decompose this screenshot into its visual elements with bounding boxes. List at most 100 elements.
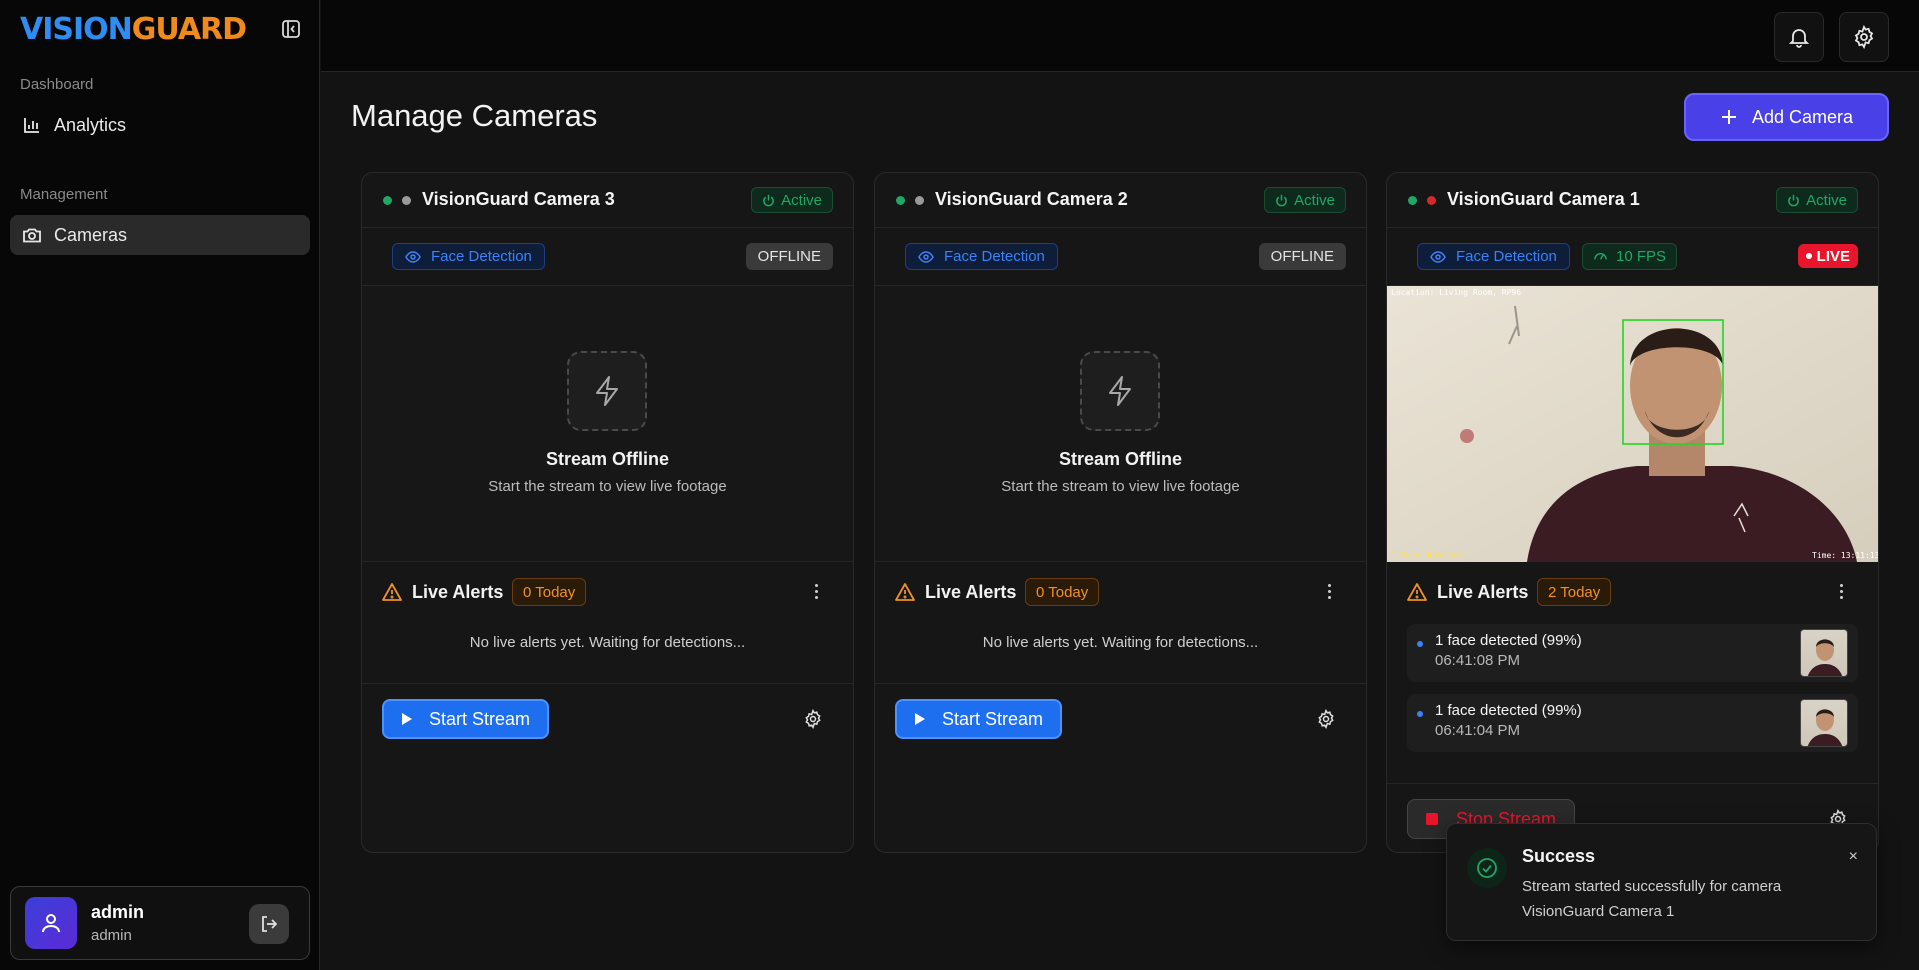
page-title: Manage Cameras bbox=[351, 98, 598, 133]
user-card[interactable]: admin admin bbox=[10, 886, 310, 960]
stream-offline-title: Stream Offline bbox=[545, 449, 670, 469]
video-overlay-top: Location: Living Room, RP96 bbox=[1391, 288, 1521, 297]
status-badge: Active bbox=[1264, 187, 1346, 213]
camera-name: VisionGuard Camera 3 bbox=[422, 189, 615, 209]
detection-badge: Face Detection bbox=[392, 243, 545, 270]
sidebar-collapse-icon[interactable] bbox=[280, 18, 302, 40]
bell-icon bbox=[1788, 29, 1810, 48]
alerts-title: Live Alerts bbox=[925, 582, 1017, 602]
user-name: admin bbox=[91, 902, 145, 922]
camera-card: VisionGuard Camera 2 Active Face Detecti… bbox=[874, 172, 1367, 853]
alert-time: 06:41:08 PM bbox=[1435, 652, 1521, 669]
status-dot bbox=[1408, 196, 1417, 205]
alerts-count-badge: 2 Today bbox=[1537, 578, 1612, 606]
status-badge: Active bbox=[751, 187, 833, 213]
stream-dot bbox=[402, 196, 411, 205]
warning-icon bbox=[895, 583, 915, 601]
sidebar-item-cameras[interactable]: Cameras bbox=[10, 215, 310, 255]
start-stream-label: Start Stream bbox=[428, 708, 531, 729]
stream-offline-subtitle: Start the stream to view live footage bbox=[1001, 478, 1240, 495]
play-icon bbox=[914, 713, 925, 725]
avatar bbox=[25, 897, 77, 949]
camera-name: VisionGuard Camera 1 bbox=[1447, 189, 1640, 209]
video-overlay-time: Time: 13:11:13 bbox=[1812, 551, 1879, 560]
stream-state-badge: OFFLINE bbox=[745, 243, 833, 270]
lightning-icon bbox=[596, 376, 618, 406]
camera-card: VisionGuard Camera 1 Active Face Detecti… bbox=[1386, 172, 1879, 853]
stream-dot bbox=[1427, 196, 1436, 205]
success-icon-wrap bbox=[1467, 848, 1507, 888]
more-options-icon[interactable] bbox=[1840, 584, 1844, 602]
alerts-title: Live Alerts bbox=[412, 582, 504, 602]
sidebar-item-label: Analytics bbox=[54, 114, 127, 135]
alerts-title: Live Alerts bbox=[1437, 582, 1529, 602]
add-camera-label: Add Camera bbox=[1751, 106, 1854, 127]
toast-title: Success bbox=[1522, 846, 1596, 866]
play-icon bbox=[401, 713, 412, 725]
power-icon bbox=[763, 194, 774, 206]
sidebar-item-analytics[interactable]: Analytics bbox=[10, 105, 310, 145]
video-overlay-faces: 1 Face detected bbox=[1391, 551, 1463, 560]
more-options-icon[interactable] bbox=[815, 584, 819, 602]
status-label: Active bbox=[1806, 191, 1847, 209]
start-stream-button[interactable]: Start Stream bbox=[895, 699, 1062, 739]
status-badge: Active bbox=[1776, 187, 1858, 213]
status-label: Active bbox=[781, 191, 822, 209]
start-stream-button[interactable]: Start Stream bbox=[382, 699, 549, 739]
more-options-icon[interactable] bbox=[1328, 584, 1332, 602]
stream-offline-title: Stream Offline bbox=[1058, 449, 1183, 469]
stop-icon bbox=[1425, 813, 1438, 825]
stream-offline-box bbox=[1080, 351, 1160, 431]
alert-item[interactable]: 1 face detected (99%) 06:41:04 PM bbox=[1407, 694, 1858, 752]
warning-icon bbox=[1407, 583, 1427, 601]
stream-offline-subtitle: Start the stream to view live footage bbox=[488, 478, 727, 495]
detection-label: Face Detection bbox=[944, 248, 1045, 265]
camera-settings-icon[interactable] bbox=[1316, 709, 1336, 729]
toast-message-line2: VisionGuard Camera 1 bbox=[1522, 903, 1675, 920]
logo[interactable]: VISIONGUARD bbox=[20, 11, 305, 47]
close-icon[interactable]: × bbox=[1849, 848, 1858, 866]
stream-placeholder: Stream Offline Start the stream to view … bbox=[362, 286, 853, 562]
status-label: Active bbox=[1294, 191, 1335, 209]
power-icon bbox=[1788, 194, 1799, 206]
sidebar: VISIONGUARD Dashboard Analytics Manageme… bbox=[0, 0, 320, 970]
notifications-button[interactable] bbox=[1774, 12, 1824, 62]
detection-label: Face Detection bbox=[1456, 248, 1557, 265]
gauge-icon bbox=[1594, 253, 1607, 260]
alert-thumbnail[interactable] bbox=[1800, 699, 1848, 747]
section-label-dashboard: Dashboard bbox=[20, 76, 94, 93]
camera-settings-icon[interactable] bbox=[803, 709, 823, 729]
plus-icon bbox=[1721, 110, 1736, 124]
logo-text-guard: GUARD bbox=[131, 11, 247, 47]
camera-icon bbox=[23, 228, 41, 243]
camera-name: VisionGuard Camera 2 bbox=[935, 189, 1128, 209]
no-alerts-text: No live alerts yet. Waiting for detectio… bbox=[469, 634, 746, 651]
status-dot bbox=[896, 196, 905, 205]
camera-card: VisionGuard Camera 3 Active Face Detecti… bbox=[361, 172, 854, 853]
bar-chart-icon bbox=[24, 118, 39, 133]
section-label-management: Management bbox=[20, 186, 108, 203]
toast-message: Stream started successfully for camera V… bbox=[1522, 874, 1822, 924]
start-stream-label: Start Stream bbox=[941, 708, 1044, 729]
alerts-count-badge: 0 Today bbox=[1025, 578, 1100, 606]
logout-button[interactable] bbox=[249, 904, 289, 944]
no-alerts-text: No live alerts yet. Waiting for detectio… bbox=[982, 634, 1259, 651]
video-frame: Location: Living Room, RP96 1 Face detec… bbox=[1387, 286, 1879, 562]
alert-item[interactable]: 1 face detected (99%) 06:41:08 PM bbox=[1407, 624, 1858, 682]
gear-icon bbox=[1854, 25, 1874, 49]
detection-label: Face Detection bbox=[431, 248, 532, 265]
alert-text: 1 face detected (99%) bbox=[1435, 632, 1582, 649]
live-video-feed[interactable]: Location: Living Room, RP96 1 Face detec… bbox=[1387, 286, 1879, 562]
add-camera-button[interactable]: Add Camera bbox=[1684, 93, 1889, 141]
stream-placeholder: Stream Offline Start the stream to view … bbox=[875, 286, 1366, 562]
fps-label: 10 FPS bbox=[1616, 248, 1667, 265]
alert-thumbnail[interactable] bbox=[1800, 629, 1848, 677]
eye-icon bbox=[918, 250, 934, 263]
user-role: admin bbox=[91, 927, 132, 944]
live-label: LIVE bbox=[1816, 247, 1850, 265]
fps-badge: 10 FPS bbox=[1582, 243, 1678, 270]
settings-button[interactable] bbox=[1839, 12, 1889, 62]
status-dot bbox=[383, 196, 392, 205]
success-toast: Success Stream started successfully for … bbox=[1446, 823, 1877, 941]
stream-state-badge: OFFLINE bbox=[1258, 243, 1346, 270]
